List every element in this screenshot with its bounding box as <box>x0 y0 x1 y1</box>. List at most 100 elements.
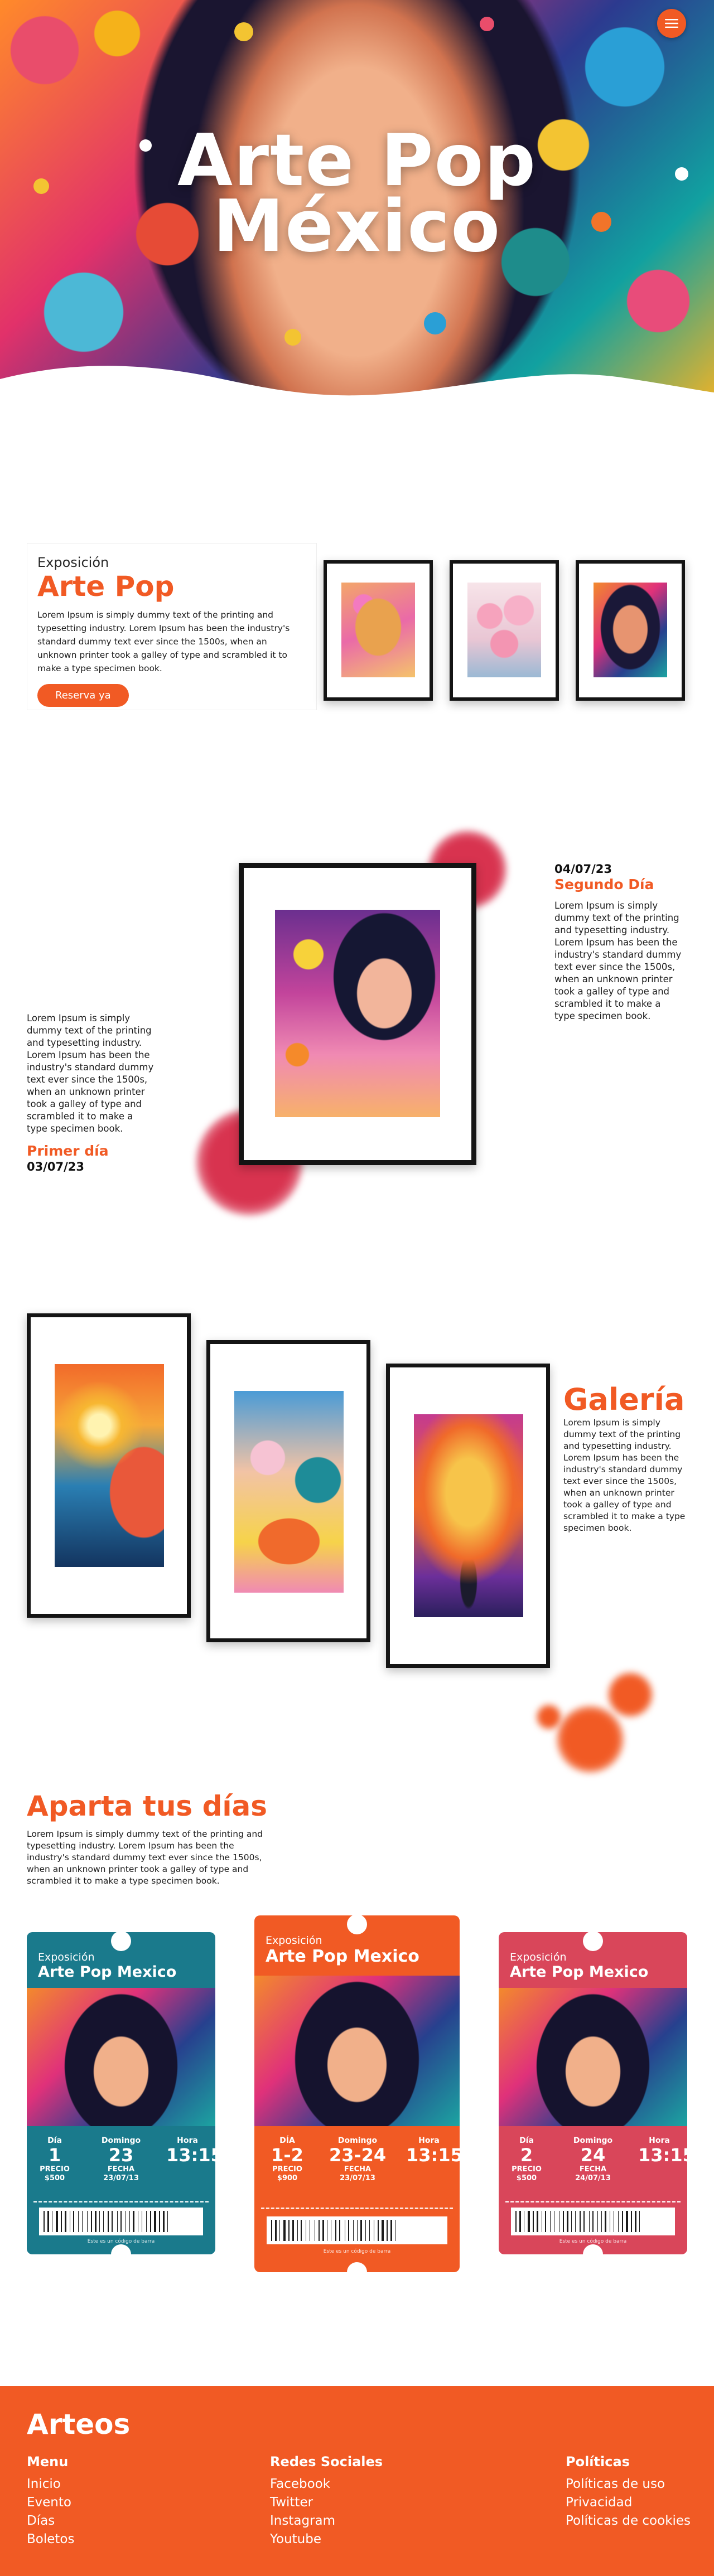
gallery-frame-coast[interactable] <box>27 1313 191 1618</box>
barcode-bar <box>127 2211 128 2232</box>
ticket-notch <box>347 2262 367 2282</box>
footer-menu-title: Menu <box>27 2454 69 2470</box>
hero: Arte Pop México <box>0 0 714 413</box>
reserve-days-title: Aparta tus días <box>27 1790 268 1822</box>
barcode-bar <box>563 2211 564 2232</box>
barcode-bar <box>44 2211 45 2232</box>
barcode-bar <box>136 2211 137 2232</box>
barcode-bar <box>146 2211 147 2232</box>
barcode-bar <box>322 2220 324 2241</box>
ticket-eyebrow: Exposición <box>38 1951 95 1963</box>
barcode-bar <box>120 2211 122 2232</box>
day1-date: 03/07/23 <box>27 1160 85 1173</box>
reserve-days-section: Aparta tus días Lorem Ipsum is simply du… <box>27 1789 272 1887</box>
barcode-bar <box>91 2211 92 2232</box>
ticket-weekday-label: Domingo <box>337 2136 378 2145</box>
ticket-day2[interactable]: Exposición Arte Pop Mexico Día 2 PRECIO … <box>499 1931 695 2264</box>
footer-link-terms[interactable]: Políticas de uso <box>566 2475 691 2493</box>
barcode-bar <box>133 2211 134 2232</box>
barcode-bar <box>78 2211 79 2232</box>
barcode-bar <box>595 2211 596 2232</box>
barcode-bar <box>537 2211 538 2232</box>
barcode-bar <box>622 2211 623 2232</box>
barcode-bar <box>299 2220 300 2241</box>
barcode-bar <box>528 2211 530 2232</box>
ticket-day1-2[interactable]: Exposición Arte Pop Mexico DÍA 1-2 PRECI… <box>254 1914 463 2282</box>
barcode-bar <box>297 2220 298 2241</box>
ticket-eyebrow: Exposición <box>510 1951 567 1963</box>
barcode-bar <box>592 2211 594 2232</box>
reserve-button[interactable]: Reserva ya <box>37 684 129 707</box>
barcode-bar <box>561 2211 562 2232</box>
barcode-bar <box>375 2220 377 2241</box>
artwork-frame-woman[interactable] <box>576 560 685 701</box>
footer-link-facebook[interactable]: Facebook <box>270 2475 383 2493</box>
ticket-notch <box>347 1914 367 1934</box>
barcode-bar <box>129 2211 130 2232</box>
ticket-time-label: Hora <box>418 2136 440 2145</box>
barcode-bar <box>545 2211 546 2232</box>
barcode-bar <box>535 2211 536 2232</box>
ticket-day-label: DÍA <box>279 2136 295 2145</box>
artwork-frame-flowers[interactable] <box>450 560 559 701</box>
barcode-bar <box>575 2211 576 2232</box>
gallery-description: Lorem Ipsum is simply dummy text of the … <box>563 1418 686 1533</box>
barcode-bar <box>539 2211 541 2232</box>
ticket-date-label: FECHA <box>344 2165 372 2174</box>
gallery-frame-crab[interactable] <box>206 1340 370 1642</box>
barcode-bar <box>371 2220 373 2241</box>
barcode-bar <box>346 2220 347 2241</box>
barcode-bar <box>273 2220 274 2241</box>
decorative-blob <box>537 1705 561 1729</box>
barcode-bar <box>390 2220 392 2241</box>
footer-link-twitter[interactable]: Twitter <box>270 2493 383 2512</box>
barcode-bar <box>288 2220 290 2241</box>
footer-link-cookies[interactable]: Políticas de cookies <box>566 2512 691 2530</box>
barcode-bar <box>325 2220 326 2241</box>
ticket-artwork <box>499 1988 687 2126</box>
barcode-bar <box>639 2211 640 2232</box>
footer-link-evento[interactable]: Evento <box>27 2493 74 2512</box>
ticket-day1[interactable]: Exposición Arte Pop Mexico Día 1 PRECIO … <box>27 1931 223 2264</box>
barcode-bar <box>329 2220 330 2241</box>
ticket-notch <box>111 1931 131 1951</box>
footer-link-youtube[interactable]: Youtube <box>270 2530 383 2549</box>
ticket-barcode <box>39 2208 203 2235</box>
gallery-frame-explosion[interactable] <box>386 1364 550 1668</box>
ticket-time-value: 13:15 <box>638 2145 695 2166</box>
artwork-frame-dog[interactable] <box>324 560 433 701</box>
artwork-frame-featured[interactable] <box>239 863 476 1165</box>
barcode-bar <box>332 2220 334 2241</box>
ticket-barcode <box>267 2216 447 2244</box>
footer-link-inicio[interactable]: Inicio <box>27 2475 74 2493</box>
ticket-day-value: 1-2 <box>271 2145 303 2166</box>
barcode-bar <box>357 2220 358 2241</box>
footer-link-boletos[interactable]: Boletos <box>27 2530 74 2549</box>
barcode-bar <box>583 2211 585 2232</box>
barcode-bar <box>303 2220 305 2241</box>
barcode-bar <box>131 2211 132 2232</box>
artwork-coast <box>55 1364 164 1567</box>
footer-link-privacy[interactable]: Privacidad <box>566 2493 691 2512</box>
menu-button[interactable] <box>657 9 686 38</box>
barcode-bar <box>382 2220 384 2241</box>
barcode-bar <box>123 2211 124 2232</box>
day1-block: Lorem Ipsum is simply dummy text of the … <box>27 1012 155 1174</box>
barcode-bar <box>154 2211 156 2232</box>
ticket-price-label: PRECIO <box>512 2165 542 2174</box>
footer-link-dias[interactable]: Días <box>27 2512 74 2530</box>
ticket-barcode-caption: Este es un código de barra <box>323 2249 391 2254</box>
barcode-bar <box>65 2211 66 2232</box>
footer-link-instagram[interactable]: Instagram <box>270 2512 383 2530</box>
artwork-dog <box>341 583 415 677</box>
barcode-bar <box>365 2220 366 2241</box>
barcode-bar <box>611 2211 612 2232</box>
barcode-bar <box>54 2211 55 2232</box>
footer-brand: Arteos <box>27 2408 131 2441</box>
barcode-bar <box>629 2211 630 2232</box>
ticket-price-value: $500 <box>44 2174 65 2182</box>
ticket-perforation <box>33 2201 209 2203</box>
artwork-explosion <box>414 1414 523 1617</box>
ticket-perforation <box>261 2208 453 2209</box>
ticket-date-value: 23/07/13 <box>103 2174 139 2182</box>
